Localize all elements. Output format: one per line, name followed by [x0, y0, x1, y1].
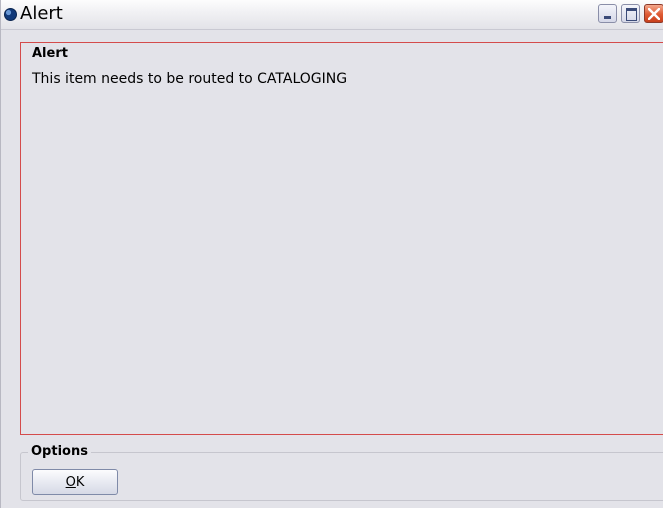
- maximize-icon: [626, 8, 637, 21]
- ok-label-rest: K: [75, 474, 85, 490]
- close-icon: [648, 8, 660, 20]
- options-group: Options OK: [20, 444, 663, 501]
- window-title: Alert: [20, 3, 63, 24]
- app-globe-icon: [4, 8, 17, 21]
- minimize-button[interactable]: [598, 4, 617, 23]
- maximize-button[interactable]: [621, 4, 640, 23]
- options-legend: Options: [28, 444, 91, 459]
- alert-message: This item needs to be routed to CATALOGI…: [32, 71, 348, 87]
- alert-panel: Alert This item needs to be routed to CA…: [20, 42, 663, 435]
- alert-window: Alert Alert This item needs to be routed…: [0, 0, 663, 508]
- ok-mnemonic: O: [65, 474, 76, 490]
- close-button[interactable]: [644, 4, 663, 23]
- minimize-icon: [604, 16, 611, 19]
- title-bar[interactable]: Alert: [1, 0, 663, 30]
- alert-heading: Alert: [32, 46, 68, 61]
- ok-button[interactable]: OK: [32, 469, 118, 495]
